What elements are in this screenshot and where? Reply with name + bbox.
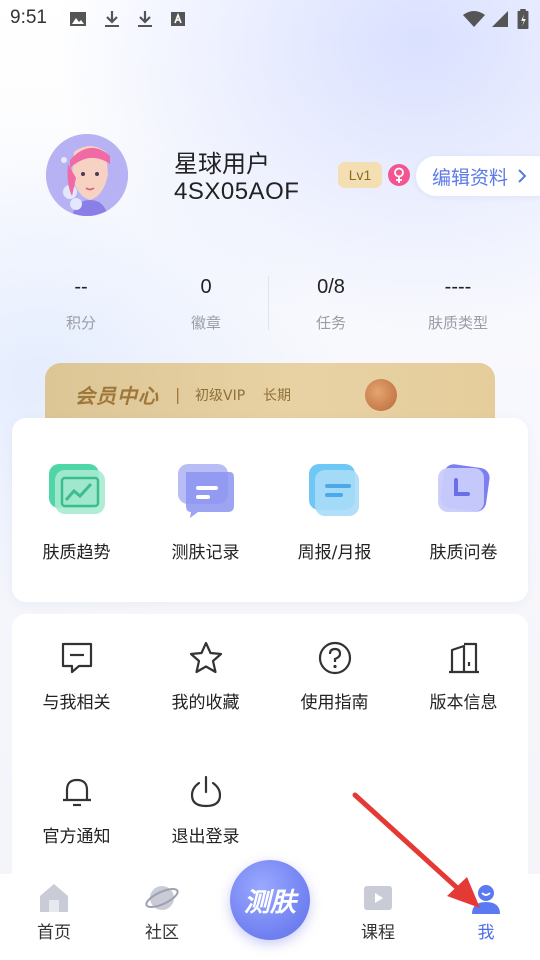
tool-skin-trend[interactable]: 肤质趋势 [12, 462, 141, 563]
bottom-nav: 首页 社区 测肤 课程 我 [0, 860, 540, 960]
menu-label: 我的收藏 [171, 693, 240, 713]
video-icon [360, 880, 396, 916]
tool-label: 测肤记录 [171, 543, 240, 563]
power-icon [186, 772, 226, 812]
nav-item-community[interactable]: 社区 [117, 880, 207, 943]
stat-badges[interactable]: 0 徽章 [143, 272, 269, 333]
stat-value: 0 [200, 276, 212, 298]
stat-skin-type[interactable]: ---- 肤质类型 [395, 272, 521, 333]
message-icon [57, 638, 97, 678]
nav-label: 我 [477, 923, 495, 943]
tool-label: 肤质问卷 [429, 543, 498, 563]
planet-icon [144, 880, 180, 916]
stat-points[interactable]: -- 积分 [18, 272, 144, 333]
nav-label: 社区 [145, 923, 179, 943]
avatar-illustration-icon [46, 134, 128, 216]
stat-tasks[interactable]: 0/8 任务 [268, 272, 394, 333]
menu-guide[interactable]: 使用指南 [270, 638, 399, 713]
chevron-right-icon [518, 169, 527, 183]
nav-item-courses[interactable]: 课程 [333, 880, 423, 943]
menu-label: 版本信息 [429, 693, 498, 713]
chart-trend-icon [45, 462, 109, 520]
battery-icon [517, 9, 529, 29]
edit-profile-label: 编辑资料 [432, 167, 509, 189]
avatar[interactable] [46, 134, 128, 216]
image-icon [70, 12, 86, 26]
stat-label: 肤质类型 [427, 314, 488, 332]
status-bar: 9:51 [0, 0, 540, 36]
tool-questionnaire[interactable]: 肤质问卷 [399, 462, 528, 563]
menu-related-to-me[interactable]: 与我相关 [12, 638, 141, 713]
skin-test-button[interactable]: 测肤 [230, 860, 310, 940]
vip-tier: 初级VIP [195, 388, 246, 404]
report-icon [303, 462, 367, 520]
user-icon [468, 880, 504, 916]
nav-label: 课程 [361, 923, 395, 943]
tool-label: 周报/月报 [297, 543, 372, 563]
vip-separator: | [175, 385, 181, 404]
menu-version-info[interactable]: 版本信息 [399, 638, 528, 713]
home-icon [36, 880, 72, 916]
menu-official-notice[interactable]: 官方通知 [12, 772, 141, 847]
bell-icon [57, 772, 97, 812]
medal-icon [365, 379, 397, 411]
menu-label: 退出登录 [171, 827, 240, 847]
signal-icon [492, 11, 508, 27]
nav-label: 首页 [37, 923, 71, 943]
menu-favorites[interactable]: 我的收藏 [141, 638, 270, 713]
level-badge[interactable]: Lv1 [338, 162, 382, 188]
stat-value: 0/8 [317, 276, 345, 298]
menu-logout[interactable]: 退出登录 [141, 772, 270, 847]
menu-label: 官方通知 [42, 827, 111, 847]
nav-item-me[interactable]: 我 [441, 880, 531, 943]
vip-title: 会员中心 [75, 384, 159, 408]
help-icon [315, 638, 355, 678]
tool-test-record[interactable]: 测肤记录 [141, 462, 270, 563]
edit-profile-button[interactable]: 编辑资料 [416, 156, 540, 196]
wifi-icon [463, 11, 485, 27]
menu-label: 使用指南 [300, 693, 369, 713]
nav-item-home[interactable]: 首页 [9, 880, 99, 943]
stat-label: 徽章 [190, 314, 221, 332]
menu-card: 与我相关 我的收藏 使用指南 版本信息 官方通知 退出登录 [12, 614, 528, 884]
female-gender-icon [388, 164, 410, 186]
username: 星球用户 [174, 150, 270, 178]
chat-record-icon [174, 462, 238, 520]
download-icon [138, 11, 152, 27]
star-icon [186, 638, 226, 678]
tool-report[interactable]: 周报/月报 [270, 462, 399, 563]
tool-label: 肤质趋势 [42, 543, 111, 563]
skin-test-label: 测肤 [243, 888, 296, 918]
clock-questionnaire-icon [432, 462, 496, 520]
stat-label: 积分 [65, 314, 96, 332]
text-icon [171, 12, 185, 26]
status-time: 9:51 [10, 7, 47, 28]
stat-value: ---- [444, 276, 472, 298]
user-id: 4SX05AOF [174, 178, 300, 205]
stat-value: -- [74, 276, 88, 298]
menu-label: 与我相关 [42, 693, 111, 713]
download-icon [105, 11, 119, 27]
stat-label: 任务 [315, 314, 346, 332]
tools-card: 肤质趋势 测肤记录 周报/月报 肤质问卷 [12, 418, 528, 602]
vip-duration: 长期 [263, 388, 291, 404]
building-icon [444, 638, 484, 678]
